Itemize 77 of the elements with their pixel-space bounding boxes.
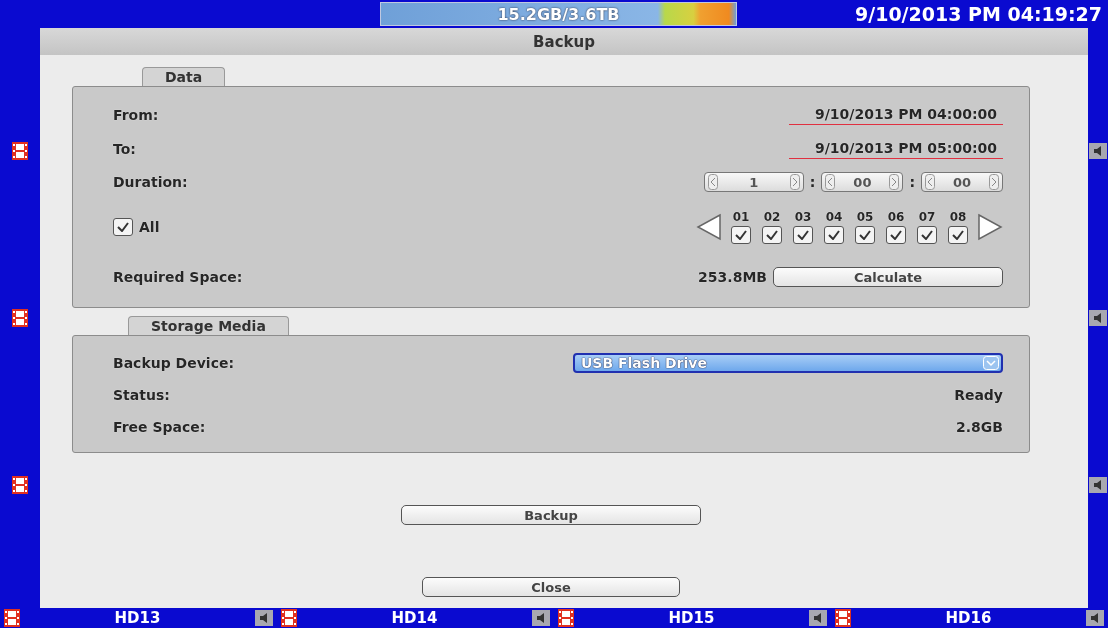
channel-label: 08 (949, 210, 967, 224)
checkbox-label: All (139, 219, 160, 235)
check-icon (797, 230, 809, 240)
channel-checkbox[interactable] (824, 226, 844, 244)
channel-checkbox[interactable] (762, 226, 782, 244)
date-time: 9/10/2013 PM 04:19:27 (855, 3, 1102, 25)
field-label: From: (113, 107, 159, 123)
date-value[interactable]: 9/10/2013 PM 05:00:00 (789, 139, 1003, 159)
channel-checkbox[interactable] (917, 226, 937, 244)
field-label: Status: (113, 387, 170, 403)
film-icon (835, 609, 851, 627)
speaker-icon[interactable] (255, 610, 273, 626)
channel-label: 02 (763, 210, 781, 224)
right-arrow-icon[interactable] (889, 174, 900, 190)
channel-label: 01 (732, 210, 750, 224)
speaker-icon[interactable] (1089, 310, 1107, 326)
field-label: Backup Device: (113, 355, 235, 371)
check-icon (766, 230, 778, 240)
check-icon (828, 230, 840, 240)
camera-label: HD16 (945, 609, 992, 627)
status-value: Ready (954, 387, 1003, 403)
calculate-button[interactable]: Calculate (773, 267, 1003, 287)
channel-checkbox[interactable] (731, 226, 751, 244)
film-icon (281, 609, 297, 627)
left-arrow-icon[interactable] (707, 174, 718, 190)
channel-checkbox[interactable] (855, 226, 875, 244)
film-icon (558, 609, 574, 627)
channel-label: 06 (887, 210, 905, 224)
film-icon (4, 609, 20, 627)
field-label: Required Space: (113, 269, 243, 285)
backup-button[interactable]: Backup (401, 505, 701, 525)
left-arrow-icon[interactable] (825, 174, 836, 190)
channel-label: 07 (918, 210, 936, 224)
check-icon (952, 230, 964, 240)
close-button[interactable]: Close (422, 577, 680, 597)
channel-checkbox[interactable] (793, 226, 813, 244)
duration-spinner[interactable]: 00 (821, 172, 904, 192)
speaker-icon[interactable] (809, 610, 827, 626)
field-label: Duration: (113, 174, 188, 190)
field-label: Free Space: (113, 419, 206, 435)
dialog-title: Backup (40, 28, 1088, 55)
check-icon (117, 222, 129, 232)
left-arrow-icon[interactable] (696, 213, 722, 241)
free-space-value: 2.8GB (956, 419, 1003, 435)
speaker-icon[interactable] (1089, 143, 1107, 160)
check-icon (921, 230, 933, 240)
channel-label: 03 (794, 210, 812, 224)
film-icon (12, 142, 28, 161)
check-icon (890, 230, 902, 240)
speaker-icon[interactable] (1086, 610, 1104, 626)
film-icon (12, 475, 28, 494)
check-icon (735, 230, 747, 240)
date-value[interactable]: 9/10/2013 PM 04:00:00 (789, 105, 1003, 125)
duration-spinner[interactable]: 1 (703, 172, 804, 192)
channel-label: 04 (825, 210, 843, 224)
colon-separator: : (809, 174, 816, 190)
left-arrow-icon[interactable] (925, 174, 935, 190)
right-arrow-icon[interactable] (989, 174, 999, 190)
camera-label: HD15 (668, 609, 715, 627)
field-label: To: (113, 141, 136, 157)
camera-label: HD13 (114, 609, 161, 627)
colon-separator: : (909, 174, 915, 190)
film-icon (12, 309, 28, 327)
required-space-value: 253.8MB (698, 269, 767, 285)
speaker-icon[interactable] (1089, 476, 1107, 493)
duration-spinner[interactable]: 00 (921, 172, 1003, 192)
channel-label: 05 (856, 210, 874, 224)
check-icon (859, 230, 871, 240)
right-arrow-icon[interactable] (977, 213, 1003, 241)
storage-usage-bar: 15.2GB/3.6TB (380, 2, 737, 26)
dropdown-caret-icon (983, 356, 999, 370)
right-arrow-icon[interactable] (789, 174, 800, 190)
channel-checkbox[interactable] (886, 226, 906, 244)
all-checkbox[interactable] (113, 218, 133, 236)
channel-checkbox[interactable] (948, 226, 968, 244)
camera-label: HD14 (391, 609, 438, 627)
speaker-icon[interactable] (532, 610, 550, 626)
